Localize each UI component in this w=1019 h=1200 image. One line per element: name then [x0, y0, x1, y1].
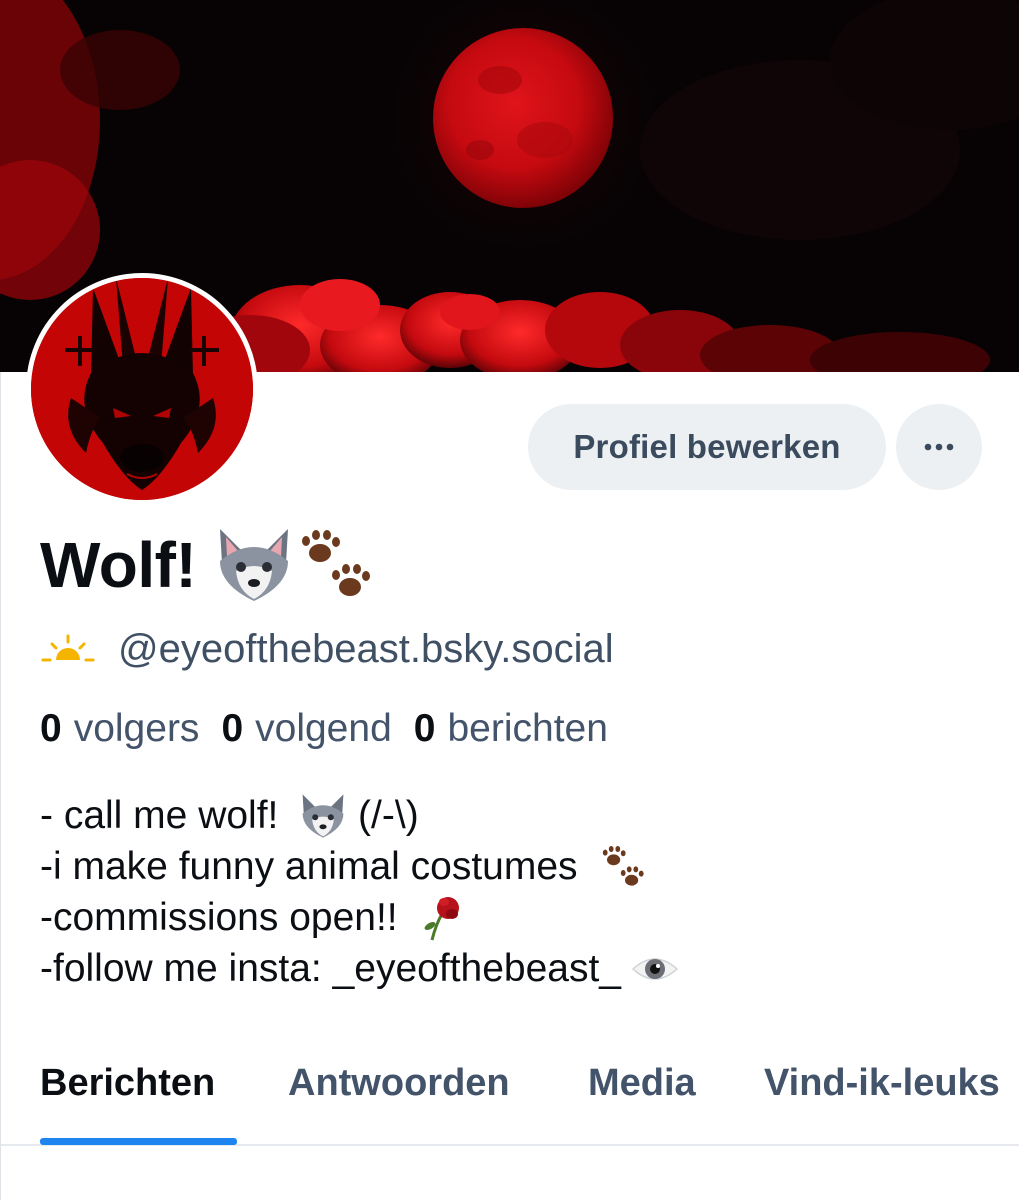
handle[interactable]: @eyeofthebeast.bsky.social: [118, 627, 614, 672]
tab-berichten[interactable]: Berichten: [40, 1062, 215, 1105]
tab-vind-ik-leuks[interactable]: Vind-ik-leuks: [764, 1062, 1000, 1105]
tab-media[interactable]: Media: [588, 1062, 696, 1105]
followers-label: volgers: [73, 707, 200, 750]
wolf-face-icon: [299, 793, 347, 839]
handle-row: @eyeofthebeast.bsky.social: [40, 624, 614, 674]
posts-stat: 0 berichten: [414, 707, 608, 751]
display-name: Wolf!: [40, 529, 197, 601]
wolf-head-artwork: [31, 278, 253, 500]
name-emojis: [214, 527, 374, 603]
profile-bio: - call me wolf! (/-\) -i make funny anim…: [40, 790, 980, 994]
following-stat[interactable]: 0 volgend: [221, 707, 391, 751]
paw-prints-icon: [598, 844, 646, 890]
posts-count: 0: [413, 707, 436, 750]
wilted-rose-icon: [418, 894, 464, 942]
bio-line-text: -follow me insta: _eyeofthebeast_: [40, 947, 622, 990]
edit-profile-button[interactable]: Profiel bewerken: [528, 404, 886, 490]
sunrise-icon: [41, 634, 95, 662]
followers-stat[interactable]: 0 volgers: [40, 707, 199, 751]
avatar-image: [31, 278, 253, 500]
eye-icon: [631, 949, 679, 989]
bio-line-text: -commissions open!!: [40, 896, 409, 939]
following-count: 0: [221, 707, 244, 750]
bio-line-text: - call me wolf!: [40, 794, 290, 837]
bio-line: - call me wolf! (/-\): [40, 790, 980, 841]
profile-stats: 0 volgers 0 volgend 0 berichten: [40, 704, 630, 754]
bio-line: -follow me insta: _eyeofthebeast_: [40, 943, 980, 994]
posts-label: berichten: [447, 707, 608, 750]
avatar[interactable]: [26, 273, 258, 505]
ellipsis-icon: [924, 443, 954, 451]
following-label: volgend: [255, 707, 392, 750]
more-options-button[interactable]: [896, 404, 982, 490]
profile-tabs: Berichten Antwoorden Media Vind-ik-leuks: [0, 1048, 1019, 1146]
profile-page: Profiel bewerken Wolf! @eyeofthebeast.bs…: [0, 0, 1019, 1200]
bio-line: -commissions open!!: [40, 892, 980, 943]
bio-line-text: -i make funny animal costumes: [40, 845, 589, 888]
followers-count: 0: [40, 707, 62, 750]
display-name-row: Wolf!: [40, 520, 374, 610]
tab-antwoorden[interactable]: Antwoorden: [288, 1062, 510, 1105]
paw-prints-icon: [302, 530, 371, 596]
bio-line-suffix: (/-\): [347, 794, 419, 837]
content-border: [0, 372, 1, 1200]
active-tab-indicator: [40, 1138, 237, 1145]
wolf-face-icon: [220, 529, 289, 601]
bio-line: -i make funny animal costumes: [40, 841, 980, 892]
